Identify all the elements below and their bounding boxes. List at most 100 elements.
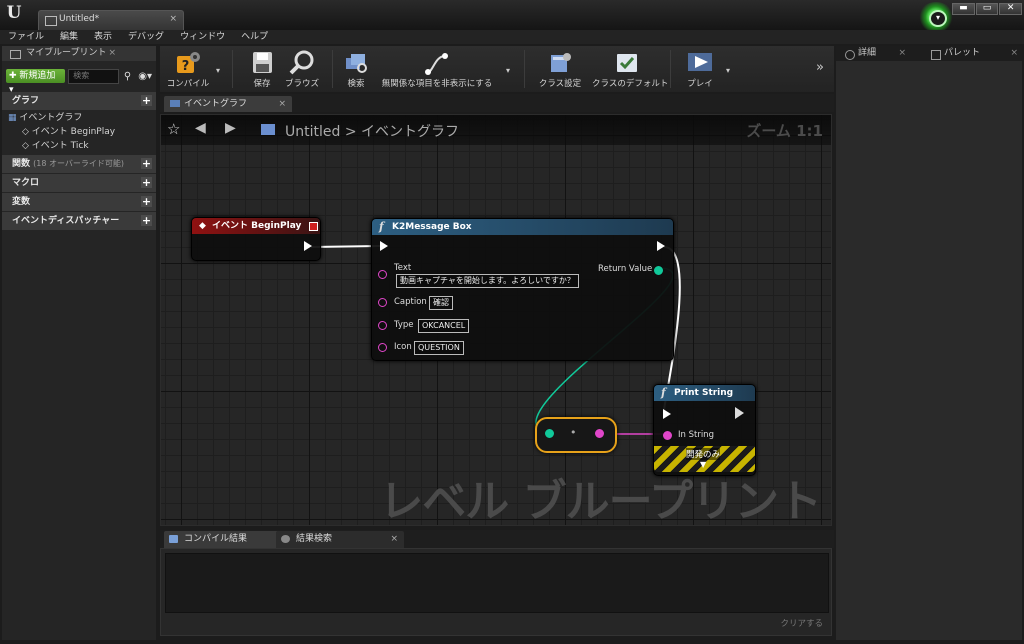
tab-compile-results[interactable]: コンパイル結果 ×	[164, 531, 294, 548]
category-functions[interactable]: 関数 (18 オーバーライド可能) +	[2, 155, 156, 173]
category-macros[interactable]: マクロ +	[2, 174, 156, 192]
icon-select[interactable]: QUESTION	[414, 341, 464, 355]
return-value-label: Return Value	[598, 264, 653, 274]
icon-pin-icon[interactable]	[378, 343, 387, 352]
graph-tab-bar: イベントグラフ ×	[160, 94, 834, 112]
category-variables[interactable]: 変数 +	[2, 193, 156, 211]
add-function-icon[interactable]: +	[141, 158, 152, 169]
close-window-button[interactable]: ✕	[999, 3, 1023, 15]
expand-chevron-icon[interactable]: ▼	[700, 460, 706, 469]
save-label: 保存	[253, 79, 271, 89]
play-options-chevron-icon[interactable]: ▾	[726, 66, 730, 75]
type-pin-icon[interactable]	[378, 321, 387, 330]
add-graph-icon[interactable]: +	[141, 95, 152, 106]
palette-close-icon[interactable]: ×	[1010, 46, 1018, 61]
return-value-pin-icon[interactable]	[654, 266, 663, 275]
tree-event-graph[interactable]: ▦ イベントグラフ	[2, 111, 156, 125]
type-select[interactable]: OKCANCEL	[418, 319, 470, 333]
node-k2-message-box[interactable]: f K2Message Box Text 動画キャプチャを開始します。よろしいで…	[371, 218, 674, 361]
menu-help[interactable]: ヘルプ	[241, 30, 268, 44]
menu-window[interactable]: ウィンドウ	[180, 30, 225, 44]
messagebox-title: K2Message Box	[392, 222, 472, 232]
minimize-button[interactable]: ▬	[952, 3, 975, 15]
document-tab-close-icon[interactable]: ×	[169, 14, 177, 24]
level-icon	[45, 16, 57, 26]
tree-tick[interactable]: ◇ イベント Tick	[2, 139, 156, 153]
exec-out-pin[interactable]	[657, 241, 665, 251]
document-tab[interactable]: Untitled* ×	[38, 10, 184, 31]
graphs-label: グラフ	[12, 96, 40, 106]
add-variable-icon[interactable]: +	[141, 196, 152, 207]
caption-pin-icon[interactable]	[378, 298, 387, 307]
browse-button[interactable]: ブラウズ	[282, 46, 322, 92]
document-tab-title: Untitled	[59, 14, 95, 24]
unreal-logo-icon[interactable]: U	[4, 3, 24, 23]
tab-details[interactable]: 詳細 ×	[842, 46, 906, 61]
hide-unrelated-button[interactable]: 無関係な項目を非表示にする	[378, 46, 496, 92]
play-button[interactable]: プレイ	[680, 46, 720, 92]
add-macro-icon[interactable]: +	[141, 177, 152, 188]
add-new-label: 新規追加	[19, 71, 56, 81]
my-blueprint-tab[interactable]: マイブループリント ×	[2, 46, 156, 61]
exec-in-pin[interactable]	[380, 241, 388, 251]
details-close-icon[interactable]: ×	[898, 46, 906, 61]
functions-label: 関数	[12, 159, 31, 169]
plus-icon: ✚	[9, 71, 17, 81]
function-icon: f	[379, 220, 384, 233]
clear-button[interactable]: クリアする	[780, 617, 823, 629]
text-pin-icon[interactable]	[378, 270, 387, 279]
play-icon	[686, 50, 714, 76]
conversion-in-pin-icon[interactable]	[545, 429, 554, 438]
tab-palette[interactable]: パレット ×	[928, 46, 1018, 61]
graph-editor[interactable]: ☆ ◀ ▶ Untitled > イベントグラフ ズーム 1:1 レベル ブルー…	[160, 114, 832, 526]
node-event-beginplay[interactable]: ◆ イベント BeginPlay	[191, 217, 321, 261]
begin-play-label: イベント BeginPlay	[31, 127, 116, 137]
event-graph-icon	[170, 100, 180, 107]
beginplay-title: イベント BeginPlay	[212, 221, 302, 231]
tree-begin-play[interactable]: ◇ イベント BeginPlay	[2, 125, 156, 139]
hide-unrelated-icon	[423, 50, 451, 76]
find-results-close-icon[interactable]: ×	[390, 531, 398, 548]
view-options-icon[interactable]: ◉▾	[138, 71, 152, 82]
menu-bar: ファイル 編集 表示 デバッグ ウィンドウ ヘルプ	[0, 30, 1024, 44]
add-dispatcher-icon[interactable]: +	[141, 215, 152, 226]
text-value-field[interactable]: 動画キャプチャを開始します。よろしいですか？	[396, 274, 579, 288]
category-graphs[interactable]: グラフ +	[2, 92, 156, 110]
menu-debug[interactable]: デバッグ	[128, 30, 164, 44]
tab-event-graph[interactable]: イベントグラフ ×	[164, 96, 292, 112]
search-icon[interactable]: ⚲	[124, 71, 131, 82]
node-byte-to-string-conversion[interactable]: •	[535, 417, 617, 453]
compile-button[interactable]: ? コンパイル	[164, 46, 212, 92]
delegate-pin-icon[interactable]	[309, 222, 318, 231]
menu-file[interactable]: ファイル	[8, 30, 44, 44]
compile-options-chevron-icon[interactable]: ▾	[216, 66, 220, 75]
menu-view[interactable]: 表示	[94, 30, 112, 44]
source-control-icon[interactable]: ▾	[918, 2, 954, 32]
category-event-dispatchers[interactable]: イベントディスパッチャー +	[2, 212, 156, 230]
exec-out-pin[interactable]	[304, 241, 312, 251]
event-graph-tab-close-icon[interactable]: ×	[278, 96, 286, 112]
save-button[interactable]: 保存	[244, 46, 280, 92]
find-button[interactable]: 検索	[340, 46, 372, 92]
compile-results-icon	[169, 535, 178, 543]
find-results-label: 結果検索	[296, 534, 333, 544]
class-settings-button[interactable]: クラス設定	[534, 46, 586, 92]
tab-find-results[interactable]: 結果検索 ×	[276, 531, 404, 548]
caption-value-field[interactable]: 確認	[429, 296, 453, 310]
conversion-out-pin-icon[interactable]	[595, 429, 604, 438]
add-new-button[interactable]: ✚ 新規追加 ▾	[6, 69, 66, 95]
menu-edit[interactable]: 編集	[60, 30, 78, 44]
node-print-string[interactable]: f Print String In String 開発のみ ▼	[653, 384, 756, 476]
exec-in-pin[interactable]	[663, 409, 671, 419]
my-blueprint-tab-close-icon[interactable]: ×	[108, 46, 116, 61]
hide-unrelated-chevron-icon[interactable]: ▾	[506, 66, 510, 75]
compile-results-label: コンパイル結果	[184, 534, 248, 544]
in-string-pin-icon[interactable]	[663, 431, 672, 440]
maximize-button[interactable]: ▭	[975, 3, 999, 15]
blueprint-search-input[interactable]: 検索	[68, 68, 119, 84]
conversion-label: •	[570, 426, 577, 439]
event-graph-tab-label: イベントグラフ	[184, 99, 248, 109]
toolbar-overflow-icon[interactable]: »	[816, 60, 824, 75]
class-defaults-button[interactable]: クラスのデフォルト	[592, 46, 668, 92]
my-blueprint-tab-label: マイブループリント	[26, 48, 107, 58]
